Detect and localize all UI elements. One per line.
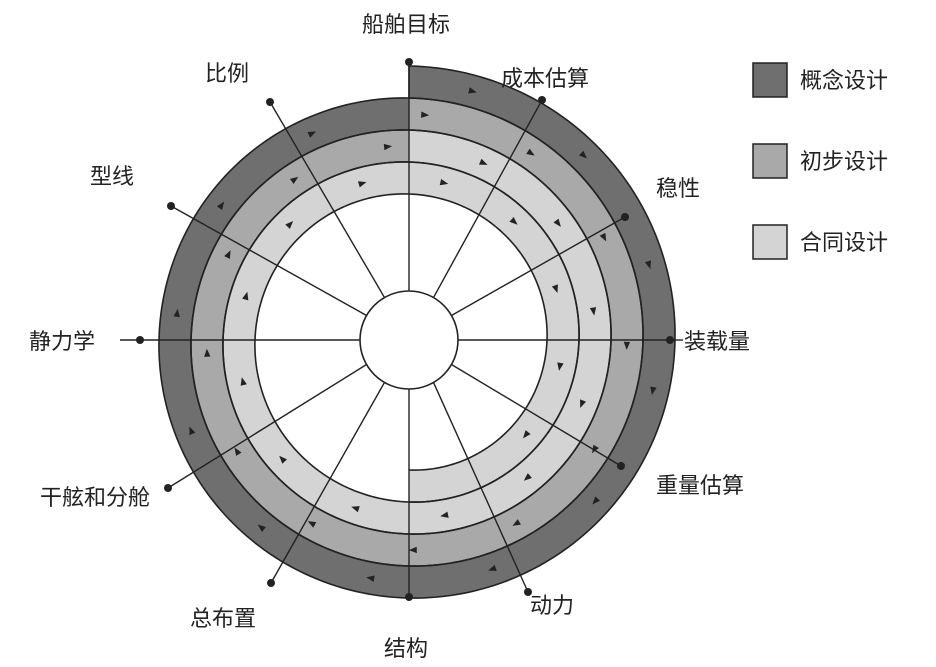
spoke-end-dot [266,98,274,106]
spoke-label-proportions: 比例 [205,62,249,87]
spoke-label-structure: 结构 [384,637,428,662]
spoke-end-dot [621,213,629,221]
spoke-end-dot [538,96,546,104]
spoke-label-hydrostatics: 静力学 [29,330,95,355]
legend-label-concept: 概念设计 [800,69,888,94]
spoke-end-dot [405,58,413,66]
legend: 概念设计 初步设计 合同设计 [752,62,888,260]
spoke-label-freeboard-subdivision: 干舷和分舱 [40,486,150,511]
spoke-end-dot [164,484,172,492]
center-hub [359,290,459,390]
spoke-end-dot [405,593,413,601]
spoke-end-dot [617,462,625,470]
design-spiral-svg: 船舶目标 成本估算 稳性 装载量 重量估算 动力 结构 总布置 干舷和分舱 静力… [29,13,888,662]
spoke-label-stability: 稳性 [656,177,700,202]
design-spiral-diagram: 船舶目标 成本估算 稳性 装载量 重量估算 动力 结构 总布置 干舷和分舱 静力… [0,0,936,667]
legend-label-contract: 合同设计 [800,231,888,256]
spoke-label-ship-goal: 船舶目标 [362,13,450,38]
spoke-label-lines: 型线 [90,165,134,190]
legend-label-preliminary: 初步设计 [800,150,888,175]
legend-swatch-concept [752,62,788,98]
spoke-label-capacity: 装载量 [684,330,750,355]
spoke-end-dot [267,579,275,587]
spoke-label-general-arrangement: 总布置 [190,607,256,632]
spoke-label-power: 动力 [530,594,574,619]
spoke-label-cost-estimate: 成本估算 [501,67,589,92]
spoke-label-weight-estimate: 重量估算 [656,474,744,499]
legend-swatch-contract [752,224,788,260]
spoke-end-dot [167,202,175,210]
legend-swatch-preliminary [752,143,788,179]
